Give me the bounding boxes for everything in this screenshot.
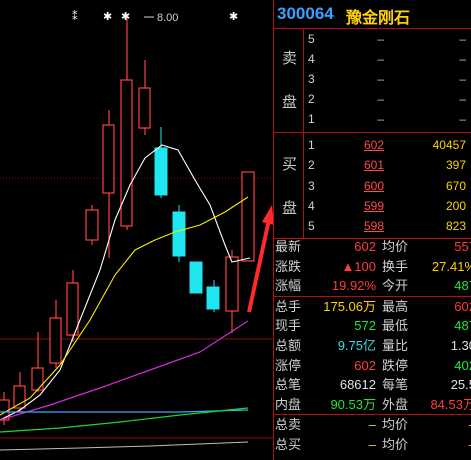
stat-row: 总卖–均价– (274, 414, 471, 435)
candlestick-chart[interactable]: ⁑ ✱ ✱ ✱ 8.00 (0, 0, 273, 460)
buy-side-label: 买 盘 (274, 133, 304, 238)
quote-stats: 最新602均价557 涨跌▲100换手27.41% 涨幅19.92%今开487 … (274, 237, 471, 455)
bid-level-4[interactable]: 4 599 200 (308, 196, 468, 217)
quote-panel: 300064 豫金刚石 卖 盘 5– – 4– – 3– – 2– – 1– – 买 盘 … (273, 0, 471, 460)
stat-row: 涨跌▲100换手27.41% (275, 258, 471, 274)
bid-level-1[interactable]: 1 602 40457 (308, 135, 468, 156)
marker-icon: ✱ (229, 11, 238, 23)
bid-level-2[interactable]: 2 601 397 (308, 155, 468, 176)
ask-book: 卖 盘 5– – 4– – 3– – 2– – 1– – (274, 29, 471, 133)
stat-row: 总手175.06万最高602 (274, 295, 471, 317)
stat-row: 总买–均价– (275, 436, 471, 452)
bid-book: 买 盘 1 602 40457 2 601 397 3 600 670 4 599 200 55… (274, 133, 471, 239)
stat-row: 总额9.75亿量比1.30 (275, 337, 471, 353)
stock-code[interactable]: 300064 (277, 4, 334, 24)
marker-icon: ✱ (121, 11, 130, 23)
ask-level-2[interactable]: 2– – (308, 89, 468, 110)
stat-row: 涨幅19.92%今开487 (275, 278, 471, 294)
stat-row: 现手572最低487 (275, 318, 471, 334)
sell-side-label: 卖 盘 (274, 29, 304, 132)
stock-header: 300064 豫金刚石 (274, 0, 471, 29)
ask-level-3[interactable]: 3– – (308, 69, 468, 90)
stat-row: 涨停602跌停402 (275, 357, 471, 373)
marker-icon: ⁑ (72, 10, 78, 23)
stat-row: 最新602均价557 (275, 239, 471, 254)
ask-level-4[interactable]: 4– – (308, 49, 468, 70)
ask-level-1[interactable]: 1– – (308, 109, 468, 130)
ask-level-5[interactable]: 5– – (308, 29, 468, 50)
stat-row: 总笔68612每笔25.5 (275, 377, 471, 393)
marker-icon: ✱ (103, 11, 112, 23)
ma-line-gray (0, 441, 249, 451)
arrow-head-icon (262, 205, 273, 225)
bid-level-5[interactable]: 5 598 823 (308, 216, 468, 237)
bid-level-3[interactable]: 3 600 670 (308, 176, 468, 197)
peak-price-label: 8.00 (157, 12, 178, 24)
stat-row: 内盘 90.53万 外盘 84.53万 (275, 396, 471, 412)
stock-name[interactable]: 豫金刚石 (346, 4, 410, 28)
